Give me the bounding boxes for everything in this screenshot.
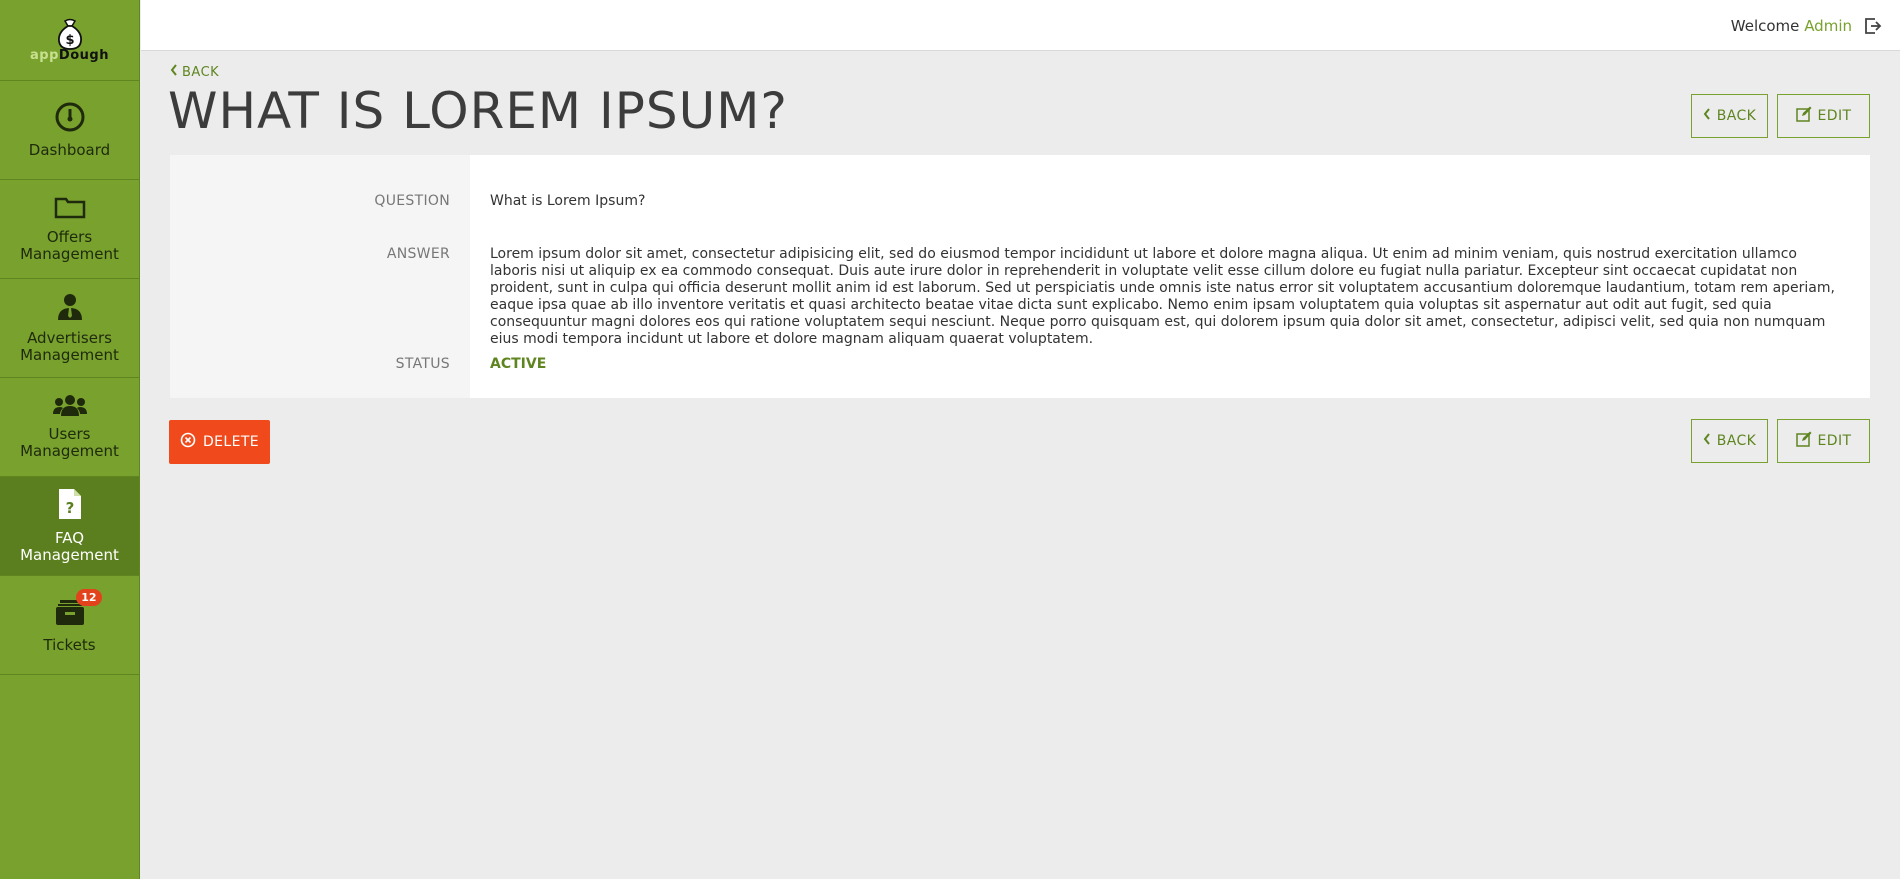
edit-button[interactable]: EDIT [1777, 94, 1870, 138]
sidebar-item-label: Advertisers Management [20, 329, 119, 364]
page-title: WHAT IS LOREM IPSUM? [168, 82, 788, 140]
edit-icon [1795, 431, 1812, 451]
businessman-icon [56, 292, 84, 324]
sidebar-item-tickets[interactable]: 12 Tickets [0, 576, 139, 675]
money-bag-icon: $ [57, 18, 82, 50]
svg-text:$: $ [65, 33, 74, 48]
breadcrumb-back-label: BACK [182, 64, 220, 80]
folder-icon [54, 195, 86, 223]
delete-button[interactable]: DELETE [169, 420, 270, 464]
back-button-bottom[interactable]: BACK [1691, 419, 1768, 463]
tickets-count-badge: 12 [76, 588, 102, 606]
question-value: What is Lorem Ipsum? [490, 193, 646, 209]
question-label: QUESTION [374, 193, 450, 209]
logo-text: appDough [30, 47, 109, 63]
sidebar-item-dashboard[interactable]: Dashboard [0, 81, 139, 180]
delete-button-label: DELETE [202, 434, 260, 450]
sidebar-item-offers[interactable]: Offers Management [0, 180, 139, 279]
question-file-icon: ? [58, 488, 82, 524]
status-badge: ACTIVE [490, 356, 547, 372]
svg-text:?: ? [65, 499, 74, 517]
sidebar-item-users[interactable]: Users Management [0, 378, 139, 477]
sidebar-item-label: Dashboard [28, 140, 111, 159]
sidebar-item-faq[interactable]: ? FAQ Management [0, 477, 139, 576]
sidebar-item-label: FAQ Management [20, 529, 119, 564]
status-label: STATUS [395, 356, 450, 372]
breadcrumb-back-link[interactable]: BACK [170, 64, 219, 80]
close-circle-icon [180, 432, 196, 452]
sidebar-item-label: Offers Management [20, 228, 119, 263]
sidebar: $ appDough Dashboard Offers Management A… [0, 0, 140, 879]
logout-icon[interactable] [1864, 17, 1882, 39]
edit-button-label: EDIT [1817, 433, 1852, 449]
inbox-icon: 12 [54, 588, 102, 631]
gauge-icon [55, 102, 85, 136]
edit-button-label: EDIT [1817, 108, 1852, 124]
welcome-message: Welcome Admin [1730, 17, 1852, 35]
sidebar-item-advertisers[interactable]: Advertisers Management [0, 279, 139, 378]
app-logo[interactable]: $ appDough [0, 0, 139, 81]
back-button-label: BACK [1716, 433, 1757, 449]
answer-label: ANSWER [386, 246, 450, 262]
users-icon [52, 394, 87, 420]
chevron-left-icon [1703, 433, 1711, 449]
faq-detail-panel: QUESTION What is Lorem Ipsum? ANSWER Lor… [170, 155, 1870, 398]
edit-icon [1795, 106, 1812, 126]
back-button[interactable]: BACK [1691, 94, 1768, 138]
sidebar-item-label: Tickets [43, 635, 96, 654]
answer-value: Lorem ipsum dolor sit amet, consectetur … [490, 246, 1835, 347]
sidebar-item-label: Users Management [20, 425, 119, 460]
edit-button-bottom[interactable]: EDIT [1777, 419, 1870, 463]
top-bar: Welcome Admin [141, 0, 1900, 51]
back-button-label: BACK [1716, 108, 1757, 124]
chevron-left-icon [170, 64, 178, 80]
user-name-link[interactable]: Admin [1804, 17, 1852, 35]
chevron-left-icon [1703, 108, 1711, 124]
